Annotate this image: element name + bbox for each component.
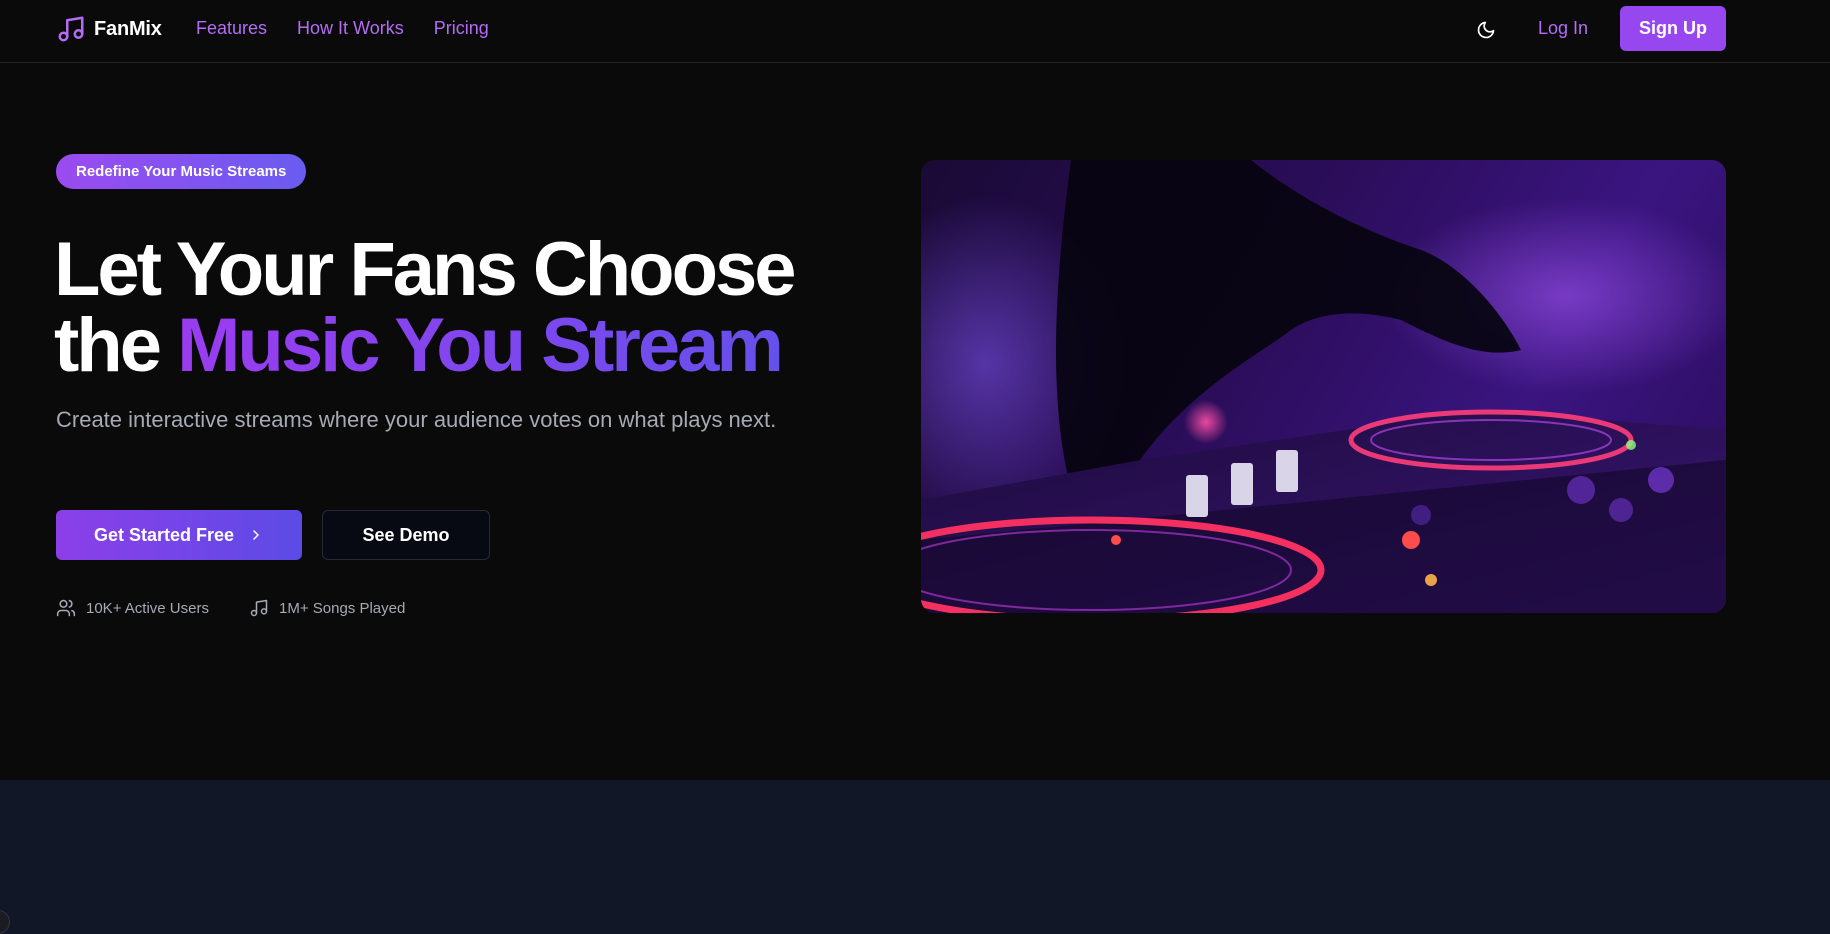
stat-songs-played-label: 1M+ Songs Played xyxy=(278,599,406,617)
chevron-right-icon xyxy=(253,530,259,540)
hero-headline: Let Your Fans Choose the Music You Strea… xyxy=(54,232,874,384)
nav-link-features[interactable]: Features xyxy=(196,18,267,39)
features-section xyxy=(0,780,1830,934)
dj-mixer-illustration xyxy=(921,160,1726,613)
moon-icon xyxy=(1477,21,1495,39)
hero-stats: 10K+ Active Users 1M+ Songs Played xyxy=(56,598,405,618)
nav-links: Features How It Works Pricing xyxy=(196,18,489,39)
headline-accent: Music You Stream xyxy=(177,303,784,388)
hero-image xyxy=(921,160,1726,613)
music-note-icon xyxy=(58,16,84,42)
hero-subtitle: Create interactive streams where your au… xyxy=(56,407,777,432)
headline-line-1: Let Your Fans Choose xyxy=(54,227,797,312)
stat-songs-played: 1M+ Songs Played xyxy=(249,598,405,618)
get-started-label: Get Started Free xyxy=(93,524,235,545)
hero-badge: Redefine Your Music Streams xyxy=(56,154,307,189)
get-started-button[interactable]: Get Started Free xyxy=(56,510,302,560)
brand-logo[interactable]: FanMix xyxy=(56,14,162,44)
nav-link-pricing[interactable]: Pricing xyxy=(434,18,489,39)
nav-link-how-it-works[interactable]: How It Works xyxy=(297,18,404,39)
stat-active-users: 10K+ Active Users xyxy=(56,598,209,618)
brand-name: FanMix xyxy=(94,17,162,40)
login-link[interactable]: Log In xyxy=(1538,18,1588,39)
users-icon xyxy=(56,599,76,617)
see-demo-button[interactable]: See Demo xyxy=(322,510,490,560)
signup-button[interactable]: Sign Up xyxy=(1620,6,1726,51)
stat-active-users-label: 10K+ Active Users xyxy=(86,599,209,617)
top-navbar: FanMix Features How It Works Pricing Log… xyxy=(0,0,1830,63)
music-note-icon xyxy=(250,599,268,617)
headline-line-2-plain: the xyxy=(54,303,162,388)
theme-toggle-button[interactable] xyxy=(1470,14,1502,46)
